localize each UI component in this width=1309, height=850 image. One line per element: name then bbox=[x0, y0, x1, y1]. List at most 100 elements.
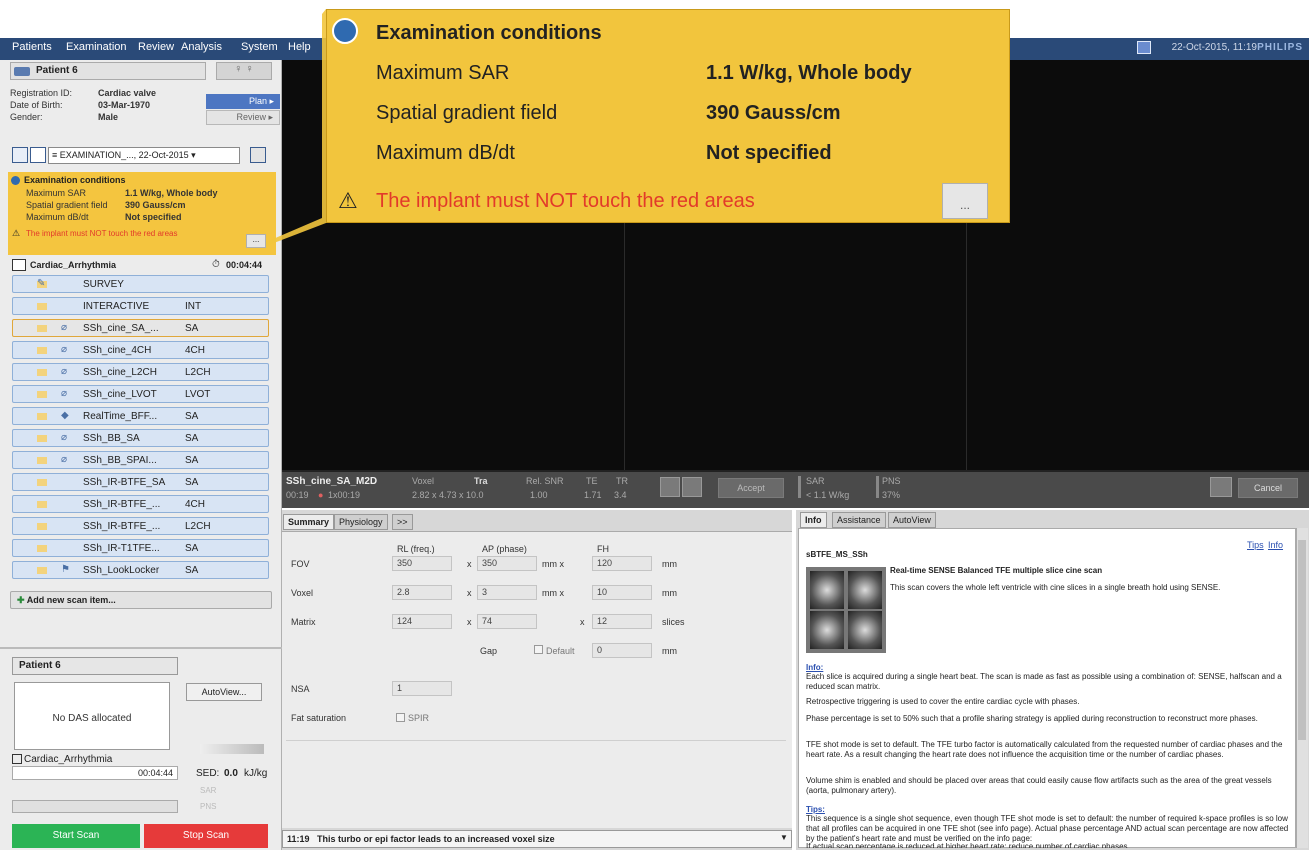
conditions-more-button-small[interactable]: ... bbox=[246, 234, 266, 248]
gap-default-checkbox[interactable] bbox=[534, 645, 543, 654]
scan-list-item[interactable]: SSh_IR-BTFE_SA SA bbox=[12, 473, 269, 491]
info-link[interactable]: Info bbox=[1268, 540, 1283, 550]
examination-selected: EXAMINATION_..., 22-Oct-2015 bbox=[59, 150, 189, 160]
x-sep: x bbox=[467, 588, 472, 598]
nsa-field[interactable]: 1 bbox=[392, 681, 452, 696]
scan-list-item[interactable]: SSh_IR-BTFE_... 4CH bbox=[12, 495, 269, 513]
tab-assistance[interactable]: Assistance bbox=[832, 512, 886, 528]
fov-unit-fh: mm bbox=[662, 559, 677, 569]
pns-gauge bbox=[876, 476, 879, 498]
tab-more[interactable]: >> bbox=[392, 514, 413, 530]
parameters-body bbox=[282, 531, 792, 828]
orientation: Tra bbox=[474, 476, 488, 486]
scan-name: SSh_cine_LVOT bbox=[83, 389, 157, 400]
scan-list-item[interactable]: ⚑ SSh_LookLocker SA bbox=[12, 561, 269, 579]
examination-select[interactable]: ≡ EXAMINATION_..., 22-Oct-2015 ▾ bbox=[48, 147, 240, 164]
scan-code: SA bbox=[185, 455, 199, 466]
info-p7: If actual scan percentage is reduced at … bbox=[806, 842, 1128, 848]
col-rl: RL (freq.) bbox=[397, 544, 435, 554]
scan-list-item[interactable]: SSh_IR-T1TFE... SA bbox=[12, 539, 269, 557]
cancel-button[interactable]: Cancel bbox=[1238, 478, 1298, 498]
scan-list-item[interactable]: ⌀ SSh_cine_L2CH L2CH bbox=[12, 363, 269, 381]
scan-name: SSh_cine_SA_... bbox=[83, 323, 159, 334]
protocol-time: 00:04:44 bbox=[12, 766, 178, 780]
info-scrollbar-thumb[interactable] bbox=[1298, 540, 1306, 740]
stop-scan-label: Stop Scan bbox=[182, 830, 230, 841]
scan-list-item[interactable]: SSh_IR-BTFE_... L2CH bbox=[12, 517, 269, 535]
scanner-icon[interactable] bbox=[1210, 477, 1232, 497]
matrix-rl-field[interactable]: 124 bbox=[392, 614, 452, 629]
scan-name: SSh_IR-BTFE_SA bbox=[83, 477, 166, 488]
undo-icon[interactable] bbox=[660, 477, 680, 497]
voxel-fh-field[interactable]: 10 bbox=[592, 585, 652, 600]
scan-list-item[interactable]: ⌀ SSh_BB_SA SA bbox=[12, 429, 269, 447]
info-p4: TFE shot mode is set to default. The TFE… bbox=[806, 740, 1283, 759]
stop-scan-button[interactable]: Stop Scan bbox=[144, 824, 268, 848]
info-p6: This sequence is a single shot sequence,… bbox=[806, 814, 1289, 843]
tips-link[interactable]: Tips bbox=[1247, 540, 1264, 550]
tab-physiology[interactable]: Physiology bbox=[334, 514, 388, 530]
conditions-more-button[interactable]: ... bbox=[942, 183, 988, 219]
x-sep: x bbox=[580, 617, 585, 627]
sequence-name: sBTFE_MS_SSh bbox=[806, 550, 868, 559]
scan-list-item[interactable]: ⌀ SSh_BB_SPAI... SA bbox=[12, 451, 269, 469]
tab-info[interactable]: Info bbox=[800, 512, 827, 528]
message-bar[interactable]: 11:19 This turbo or epi factor leads to … bbox=[282, 830, 792, 848]
pns-value-top: 37% bbox=[882, 490, 901, 500]
menu-examination[interactable]: Examination bbox=[66, 41, 127, 53]
voxel-label: Voxel bbox=[291, 588, 314, 598]
scan-list-item[interactable]: ✎ SURVEY bbox=[12, 275, 269, 293]
scan-time: 00:19 bbox=[286, 490, 309, 500]
calendar-icon[interactable] bbox=[1137, 41, 1151, 54]
scan-code: 4CH bbox=[185, 499, 206, 510]
matrix-ap-field[interactable]: 74 bbox=[477, 614, 537, 629]
das-box: No DAS allocated bbox=[14, 682, 170, 750]
matrix-slices-field[interactable]: 12 bbox=[592, 614, 652, 629]
menu-review[interactable]: Review bbox=[138, 41, 174, 53]
fov-rl-field[interactable]: 350 bbox=[392, 556, 452, 571]
scan-code: SA bbox=[185, 565, 199, 576]
plan-button[interactable]: Plan ▸ bbox=[206, 94, 280, 109]
patient-figure-icon[interactable]: ♀ ♀ bbox=[216, 62, 272, 80]
patient-bottom-tab[interactable]: Patient 6 bbox=[12, 657, 178, 675]
scan-list-item[interactable]: INTERACTIVE INT bbox=[12, 297, 269, 315]
scan-list-item[interactable]: ⌀ SSh_cine_LVOT LVOT bbox=[12, 385, 269, 403]
scan-list-item[interactable]: ⌀ SSh_cine_4CH 4CH bbox=[12, 341, 269, 359]
review-button[interactable]: Review ▸ bbox=[206, 110, 280, 125]
voxel-ap-field[interactable]: 3 bbox=[477, 585, 537, 600]
dropdown-icon[interactable]: ▼ bbox=[780, 833, 790, 845]
scan-list-item[interactable]: ⌀ SSh_cine_SA_... SA bbox=[12, 319, 269, 337]
accept-button[interactable]: Accept bbox=[718, 478, 784, 498]
add-scan-button[interactable]: ✚ Add new scan item... bbox=[10, 591, 272, 609]
gender-label: Gender: bbox=[10, 112, 43, 122]
dbdt-label: Maximum dB/dt bbox=[376, 142, 515, 164]
menu-system[interactable]: System bbox=[241, 41, 278, 53]
menu-patients[interactable]: Patients bbox=[12, 41, 52, 53]
edit-exam-icon[interactable] bbox=[250, 147, 266, 163]
menu-help[interactable]: Help bbox=[288, 41, 311, 53]
info-p2: Retrospective triggering is used to cove… bbox=[806, 697, 1080, 706]
grid-view-icon[interactable] bbox=[30, 147, 46, 163]
scan-type-icon: ⌀ bbox=[61, 432, 68, 443]
cancel-label: Cancel bbox=[1253, 483, 1282, 493]
redo-icon[interactable] bbox=[682, 477, 702, 497]
list-view-icon[interactable] bbox=[12, 147, 28, 163]
spir-checkbox[interactable] bbox=[396, 713, 405, 722]
menu-analysis[interactable]: Analysis bbox=[181, 41, 222, 53]
autoview-button[interactable]: AutoView... bbox=[186, 683, 262, 701]
start-scan-label: Start Scan bbox=[52, 830, 100, 841]
cardiac-image bbox=[848, 571, 882, 609]
info-icon-large bbox=[332, 18, 358, 44]
fov-fh-field[interactable]: 120 bbox=[592, 556, 652, 571]
tab-autoview[interactable]: AutoView bbox=[888, 512, 936, 528]
gap-unit: mm bbox=[662, 646, 677, 656]
pns-bottom: PNS bbox=[200, 802, 217, 811]
tab-summary[interactable]: Summary bbox=[283, 514, 335, 530]
gap-field[interactable]: 0 bbox=[592, 643, 652, 658]
start-scan-button[interactable]: Start Scan bbox=[12, 824, 140, 848]
scan-status-icon bbox=[37, 413, 47, 420]
voxel-rl-field[interactable]: 2.8 bbox=[392, 585, 452, 600]
info-p3: Phase percentage is set to 50% such that… bbox=[806, 714, 1258, 723]
fov-ap-field[interactable]: 350 bbox=[477, 556, 537, 571]
scan-list-item[interactable]: ◆ RealTime_BFF... SA bbox=[12, 407, 269, 425]
